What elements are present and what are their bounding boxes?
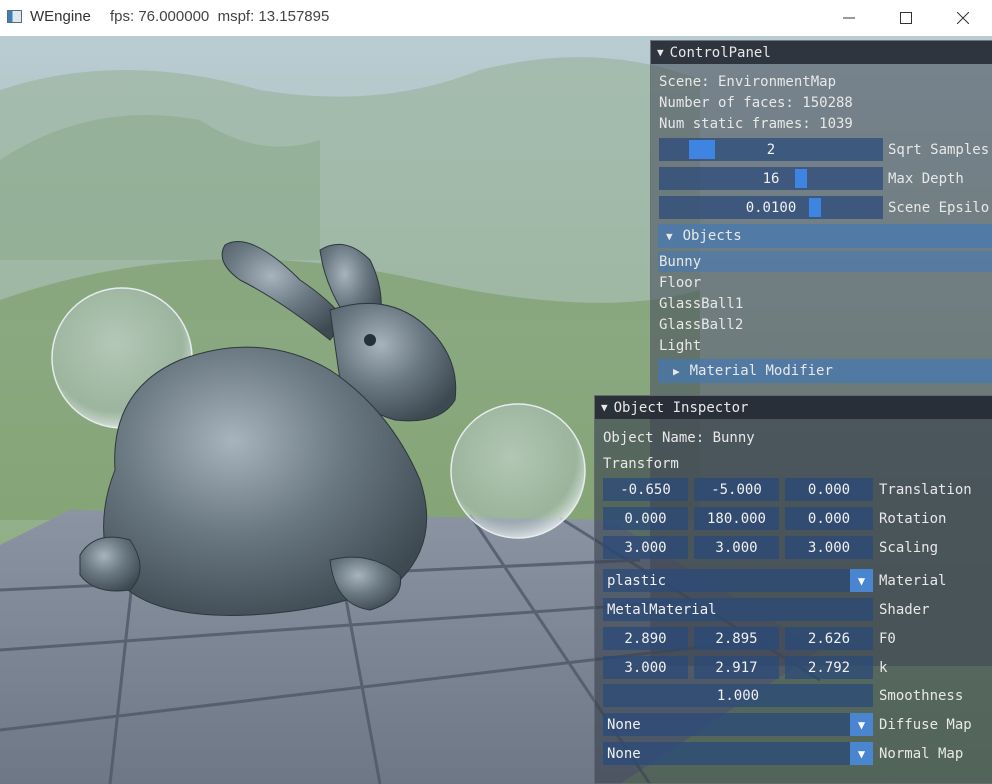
material-combo[interactable]: plastic ▼ [603,569,873,592]
rotation-label: Rotation [879,510,947,527]
maximize-button[interactable] [877,0,935,36]
smoothness-label: Smoothness [879,687,964,704]
scene-epsilon-slider[interactable]: 0.0100 [659,196,883,219]
max-depth-slider[interactable]: 16 [659,167,883,190]
object-item-bunny[interactable]: Bunny [658,251,992,272]
normal-map-label: Normal Map [879,745,964,762]
object-item-glassball2[interactable]: GlassBall2 [659,314,992,335]
translation-x-field[interactable]: -0.650 [603,478,688,501]
scaling-x-field[interactable]: 3.000 [603,536,688,559]
object-item-glassball1[interactable]: GlassBall1 [659,293,992,314]
normal-map-combo[interactable]: None ▼ [603,742,873,765]
translation-y-field[interactable]: -5.000 [694,478,779,501]
object-inspector-titlebar[interactable]: ▼ Object Inspector [595,396,992,419]
face-count: Number of faces: 150288 [659,95,853,111]
normal-map-value: None [607,745,641,762]
slider-grab[interactable] [689,140,715,159]
diffuse-map-value: None [607,716,641,733]
diffuse-map-combo[interactable]: None ▼ [603,713,873,736]
scaling-label: Scaling [879,539,939,556]
collapse-triangle-icon[interactable]: ▼ [657,46,664,59]
scaling-y-field[interactable]: 3.000 [694,536,779,559]
material-modifier-label: Material Modifier [689,363,833,379]
sqrt-samples-value: 2 [766,141,776,158]
object-item-light[interactable]: Light [659,335,992,356]
maximize-icon [900,12,912,24]
slider-grab[interactable] [809,198,821,217]
shader-label: Shader [879,601,930,618]
collapsed-triangle-icon: ▶ [673,364,680,378]
f0-b-field[interactable]: 2.626 [785,627,873,650]
max-depth-label: Max Depth [888,170,964,187]
object-inspector-title: Object Inspector [613,399,749,416]
k-r-field[interactable]: 3.000 [603,656,688,679]
chevron-down-icon[interactable]: ▼ [850,569,873,592]
control-panel-titlebar[interactable]: ▼ ControlPanel [651,41,992,64]
max-depth-value: 16 [762,170,780,187]
sqrt-samples-slider[interactable]: 2 [659,138,883,161]
minimize-button[interactable] [820,0,878,36]
scaling-z-field[interactable]: 3.000 [785,536,873,559]
rotation-z-field[interactable]: 0.000 [785,507,873,530]
chevron-down-icon[interactable]: ▼ [850,713,873,736]
f0-label: F0 [879,630,896,647]
fps-stats: fps: 76.000000 mspf: 13.157895 [110,8,330,25]
scene-epsilon-value: 0.0100 [745,199,797,216]
app-icon [7,10,22,23]
material-modifier-header[interactable]: ▶ Material Modifier [658,359,992,383]
translation-label: Translation [879,481,972,498]
scene-epsilon-label: Scene Epsilo [888,199,990,216]
material-label: Material [879,572,947,589]
window-title: WEngine [30,8,91,25]
smoothness-field[interactable]: 1.000 [603,684,873,707]
object-item-floor[interactable]: Floor [659,272,992,293]
control-panel-title: ControlPanel [669,44,771,61]
object-inspector[interactable]: ▼ Object Inspector Object Name: Bunny Tra… [594,395,992,784]
expanded-triangle-icon: ▼ [666,229,673,243]
collapse-triangle-icon[interactable]: ▼ [601,401,608,414]
k-b-field[interactable]: 2.792 [785,656,873,679]
transform-label: Transform [603,456,679,472]
rotation-y-field[interactable]: 180.000 [694,507,779,530]
f0-g-field[interactable]: 2.895 [694,627,779,650]
translation-z-field[interactable]: 0.000 [785,478,873,501]
f0-r-field[interactable]: 2.890 [603,627,688,650]
close-button[interactable] [934,0,992,36]
static-frames: Num static frames: 1039 [659,116,853,132]
k-g-field[interactable]: 2.917 [694,656,779,679]
shader-field[interactable]: MetalMaterial [603,598,873,621]
close-icon [957,12,969,24]
diffuse-map-label: Diffuse Map [879,716,972,733]
minimize-icon [843,17,855,19]
rotation-x-field[interactable]: 0.000 [603,507,688,530]
material-value: plastic [607,572,667,589]
objects-header[interactable]: ▼ Objects [658,224,992,248]
k-label: k [879,659,888,676]
chevron-down-icon[interactable]: ▼ [850,742,873,765]
sqrt-samples-label: Sqrt Samples [888,141,990,158]
window-titlebar: WEngine fps: 76.000000 mspf: 13.157895 [0,0,992,36]
scene-name: Scene: EnvironmentMap [659,74,837,90]
object-name: Object Name: Bunny [603,430,755,446]
slider-grab[interactable] [795,169,807,188]
objects-header-label: Objects [682,228,742,244]
